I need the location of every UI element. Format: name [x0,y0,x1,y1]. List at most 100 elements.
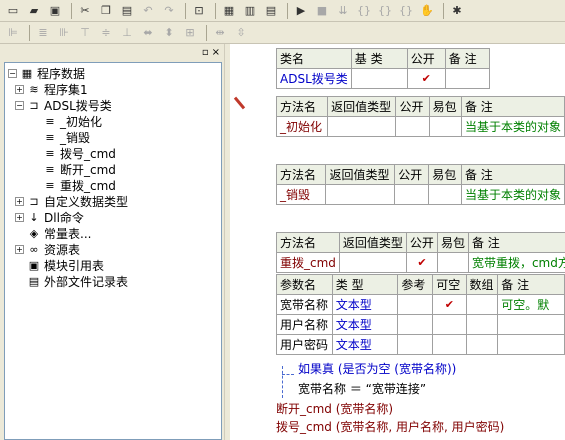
method-name-cell[interactable]: 重拨_cmd [276,252,340,273]
paste-icon[interactable]: ▤ [118,2,136,20]
step-over-icon[interactable]: {} [355,2,373,20]
run-icon[interactable]: ▶ [292,2,310,20]
step-in-icon[interactable]: ⇊ [334,2,352,20]
table-row[interactable]: 用户名称 文本型 [276,314,565,335]
h-space-icon[interactable]: ⇹ [211,24,229,42]
tree-item[interactable]: ≡ _初始化 [31,113,102,129]
redo-icon[interactable]: ↷ [160,2,178,20]
tree-root[interactable]: − ▦ 程序数据 [8,65,85,81]
expand-icon[interactable]: + [15,212,24,222]
copy-icon[interactable]: ❐ [97,2,115,20]
tree-item[interactable]: + ∞ 资源表 [15,241,80,257]
remark-cell[interactable] [444,68,490,89]
public-check[interactable]: ✔ [405,252,438,273]
program-tree[interactable]: − ▦ 程序数据 + ≋ 程序集1− ⊐ ADSL拨号类 ≡ _初始化 ≡ _销毁 ≡ 拨号_cmd… [4,62,222,440]
window-icon[interactable]: ▦ [220,2,238,20]
base-class-cell[interactable] [350,68,408,89]
public-check[interactable]: ✔ [406,68,446,89]
param-nullable-cell[interactable] [432,314,467,335]
pin-icon[interactable]: ▫ [202,47,209,58]
align-middle-icon[interactable]: ≑ [97,24,115,42]
expand-icon[interactable]: + [15,244,24,254]
close-icon[interactable]: × [212,47,220,58]
param-type-cell[interactable]: 文本型 [331,334,399,355]
tree-item[interactable]: ▣ 模块引用表 [15,257,104,273]
align-right-icon[interactable]: ⊪ [55,24,73,42]
param-ref-cell[interactable] [397,314,434,335]
find-icon[interactable]: ⊡ [190,2,208,20]
undo-icon[interactable]: ↶ [139,2,157,20]
public-cell[interactable] [395,116,430,137]
same-size-icon[interactable]: ⊞ [181,24,199,42]
code-editor[interactable]: 类名 基 类 公开 备 注 ADSL拨号类 ✔ 方法名 返回值类型 公开 易包 … [230,44,565,440]
param-ref-cell[interactable] [397,294,434,315]
expand-icon[interactable]: + [15,84,24,94]
same-width-icon[interactable]: ⬌ [139,24,157,42]
tree-item[interactable]: + ≋ 程序集1 [15,81,88,97]
split-h-icon[interactable]: ▥ [241,2,259,20]
param-array-cell[interactable] [465,334,499,355]
code-line-if[interactable]: 如果真 (是否为空 (宽带名称)) [298,360,456,377]
easy-pack-cell[interactable] [428,116,462,137]
remark-cell[interactable]: 当基于本类的对象 [460,116,565,137]
collapse-icon[interactable]: − [15,100,24,110]
stop-icon[interactable]: ■ [313,2,331,20]
param-ref-cell[interactable] [397,334,434,355]
open-folder-icon[interactable]: ▰ [25,2,43,20]
align-center-icon[interactable]: ≣ [34,24,52,42]
cut-icon[interactable]: ✂ [76,2,94,20]
easy-pack-cell[interactable] [428,184,462,205]
tree-item[interactable]: ▤ 外部文件记录表 [15,273,128,289]
class-name-cell[interactable]: ADSL拨号类 [276,68,352,89]
method-name-cell[interactable]: _销毁 [275,184,327,205]
collapse-icon[interactable]: − [8,68,17,78]
param-array-cell[interactable] [465,294,499,315]
align-top-icon[interactable]: ⊤ [76,24,94,42]
step-out-icon[interactable]: {} [376,2,394,20]
param-remark-cell[interactable]: 可空。默 [497,294,565,315]
remark-cell[interactable]: 当基于本类的对象 [460,184,565,205]
tree-item[interactable]: ≡ 重拨_cmd [31,177,116,193]
expand-icon[interactable]: + [15,196,24,206]
tree-item[interactable]: ◈ 常量表... [15,225,92,241]
hand-icon[interactable]: ✋ [418,2,436,20]
tree-item[interactable]: ≡ _销毁 [31,129,90,145]
split-v-icon[interactable]: ▤ [262,2,280,20]
code-line-disconnect[interactable]: 断开_cmd (宽带名称) [276,400,393,417]
table-row[interactable]: 宽带名称 文本型 ✔ 可空。默 [276,294,565,315]
align-left-icon[interactable]: ⊫ [4,24,22,42]
param-name-cell[interactable]: 用户密码 [276,334,333,355]
align-bottom-icon[interactable]: ⊥ [118,24,136,42]
code-line-assign[interactable]: 宽带名称 ＝ “宽带连接” [298,380,426,397]
tree-item[interactable]: ≡ 拨号_cmd [31,145,116,161]
tree-item[interactable]: − ⊐ ADSL拨号类 [15,97,112,113]
tree-item[interactable]: ≡ 断开_cmd [31,161,116,177]
tree-item[interactable]: + ⊐ 自定义数据类型 [15,193,128,209]
debug-icon[interactable]: ✱ [448,2,466,20]
code-line-dial[interactable]: 拨号_cmd (宽带名称, 用户名称, 用户密码) [276,418,504,435]
public-cell[interactable] [394,184,430,205]
param-name-cell[interactable]: 用户名称 [276,314,333,335]
tree-item[interactable]: + ↓ Dll命令 [15,209,84,225]
method-name-cell[interactable]: _初始化 [275,116,329,137]
param-type-cell[interactable]: 文本型 [331,314,399,335]
step-run-icon[interactable]: {} [397,2,415,20]
param-name-cell[interactable]: 宽带名称 [276,294,333,315]
param-remark-cell[interactable] [497,334,565,355]
table-row[interactable]: 用户密码 文本型 [276,334,565,355]
new-file-icon[interactable]: ▭ [4,2,22,20]
v-space-icon[interactable]: ⇳ [232,24,250,42]
param-nullable-check[interactable]: ✔ [432,294,467,315]
param-array-cell[interactable] [465,314,499,335]
param-remark-cell[interactable] [497,314,565,335]
easy-pack-cell[interactable] [436,252,469,273]
save-icon[interactable]: ▣ [46,2,64,20]
param-nullable-cell[interactable] [432,334,467,355]
same-height-icon[interactable]: ⬍ [160,24,178,42]
remark-cell[interactable]: 宽带重拨，cmd方 [467,252,565,273]
param-type-cell[interactable]: 文本型 [331,294,399,315]
return-type-cell[interactable] [338,252,407,273]
return-type-cell[interactable] [327,116,397,137]
return-type-cell[interactable] [325,184,396,205]
header-cell: 公开 [394,164,430,185]
